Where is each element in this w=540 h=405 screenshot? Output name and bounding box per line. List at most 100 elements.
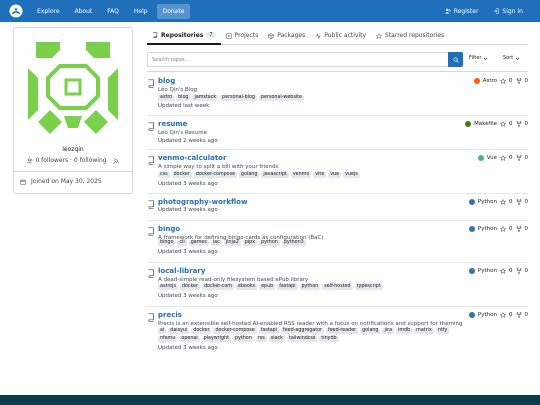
nav-about[interactable]: About [69, 4, 99, 19]
topic-tag[interactable]: slack [268, 336, 285, 342]
topic-tag[interactable]: daisyui [168, 328, 190, 334]
search-button[interactable] [448, 52, 463, 67]
topic-tag[interactable]: docker-compose [193, 172, 238, 178]
topic-tag[interactable]: astro [158, 95, 175, 101]
topic-tag[interactable]: python3 [281, 240, 306, 246]
filter-dropdown[interactable]: Filter [469, 55, 488, 61]
topic-tag[interactable]: docker [171, 172, 192, 178]
nav-faq[interactable]: FAQ [101, 4, 125, 19]
repo-forks[interactable]: 0 [525, 121, 529, 127]
topic-tag[interactable]: cli [177, 240, 187, 246]
topic-tag[interactable]: docker-compose [213, 328, 257, 334]
repo-forks[interactable]: 0 [525, 312, 529, 318]
repo-forks[interactable]: 0 [525, 155, 529, 161]
topic-tag[interactable]: docker [191, 328, 212, 334]
topic-tag[interactable]: nfamu [158, 336, 178, 342]
star-icon [500, 268, 506, 274]
topic-tag[interactable]: css [158, 172, 170, 178]
topic-tag[interactable]: venmo [290, 172, 312, 178]
topic-tag[interactable]: python [259, 240, 280, 246]
topic-tag[interactable]: feed-aggregator [281, 328, 325, 334]
topic-tag[interactable]: fastapi [277, 284, 298, 290]
repo-topics: astro blog jamstack personal-blog personal-w… [158, 95, 458, 101]
topic-tag[interactable]: personal-website [258, 95, 305, 101]
topic-tag[interactable]: bingo [158, 240, 176, 246]
topic-tag[interactable]: docker-com [202, 284, 234, 290]
repo-name-link[interactable]: local-library [158, 267, 205, 275]
topic-tag[interactable]: pipx [242, 240, 258, 246]
repo-description: A dead-simple read-only filesystem based… [158, 277, 309, 283]
repo-stars[interactable]: 0 [509, 78, 513, 84]
topic-tag[interactable]: vuejs [343, 172, 360, 178]
topic-tag[interactable]: feed-reader [326, 328, 359, 334]
nav-help[interactable]: Help [128, 4, 154, 19]
repo-stars[interactable]: 0 [509, 155, 513, 161]
repo-forks[interactable]: 0 [525, 78, 529, 84]
topic-tag[interactable]: python [299, 284, 321, 290]
topic-tag[interactable]: fastapi [258, 328, 280, 334]
topic-tag[interactable]: golang [239, 172, 260, 178]
topic-tag[interactable]: jira [382, 328, 395, 334]
topic-tag[interactable]: golang [360, 328, 381, 334]
topic-tag[interactable]: tinydb [319, 336, 339, 342]
topic-tag[interactable]: ai [158, 328, 167, 334]
repo-forks[interactable]: 0 [525, 199, 529, 205]
topic-tag[interactable]: playwright [201, 336, 231, 342]
topic-tag[interactable]: vite [313, 172, 327, 178]
topic-tag[interactable]: openai [179, 336, 200, 342]
topic-tag[interactable]: rss [255, 336, 267, 342]
topic-tag[interactable]: astrojs [158, 284, 178, 290]
tab-projects[interactable]: Projects [221, 27, 264, 44]
topic-tag[interactable]: javascript [261, 172, 289, 178]
topic-tag[interactable]: matrix [414, 328, 434, 334]
repo-forks[interactable]: 0 [525, 226, 529, 232]
tab-starred[interactable]: Starred repositories [371, 27, 449, 44]
topic-tag[interactable]: docker [179, 284, 201, 290]
signin-label: Sign In [502, 7, 523, 15]
followers-info[interactable]: 0 followers · 0 following [14, 157, 132, 164]
topic-tag[interactable]: epub [259, 284, 276, 290]
topic-tag[interactable]: ntfy [435, 328, 450, 334]
repo-icon [153, 32, 158, 38]
tab-packages[interactable]: Packages [263, 27, 310, 44]
topic-tag[interactable]: jinja2 [223, 240, 241, 246]
repo-name-link[interactable]: precis [158, 311, 182, 319]
topic-tag[interactable]: jamstack [192, 95, 219, 101]
tab-repositories-count: 7 [206, 32, 216, 38]
repo-stars[interactable]: 0 [509, 121, 513, 127]
search-input[interactable]: Search repos... [147, 52, 463, 67]
topic-tag[interactable]: lmdb [396, 328, 413, 334]
register-link[interactable]: Register [439, 4, 485, 19]
tab-repositories[interactable]: Repositories 7 [147, 27, 221, 45]
topic-tag[interactable]: games [188, 240, 209, 246]
topic-tag[interactable]: ebooks [235, 284, 258, 290]
topic-tag[interactable]: self-hosted [322, 284, 353, 290]
repo-meta: Python 0 0 [468, 312, 529, 318]
repo-name-link[interactable]: bingo [158, 225, 180, 233]
repo-stars[interactable]: 0 [509, 199, 513, 205]
nav-donate[interactable]: Donate [156, 3, 191, 19]
sort-dropdown[interactable]: Sort [503, 55, 520, 61]
rss-icon[interactable] [113, 157, 119, 164]
topic-tag[interactable]: vue [328, 172, 342, 178]
topic-tag[interactable]: personal-blog [220, 95, 257, 101]
forgejo-logo-icon[interactable] [9, 4, 23, 18]
topic-tag[interactable]: tailwindcss [286, 336, 318, 342]
signin-link[interactable]: Sign In [487, 4, 529, 19]
repo-name-link[interactable]: venmo-calculator [158, 154, 226, 162]
topic-tag[interactable]: iac [210, 240, 222, 246]
repo-forks[interactable]: 0 [525, 268, 529, 274]
tab-public-activity[interactable]: Public activity [310, 27, 371, 44]
repo-name-link[interactable]: photography-workflow [158, 198, 247, 206]
repo-stars[interactable]: 0 [509, 312, 513, 318]
repo-stars[interactable]: 0 [509, 268, 513, 274]
repo-name-link[interactable]: resume [158, 120, 187, 128]
profile-tabs: Repositories 7 Projects Packages Public … [147, 27, 528, 45]
repo-name-link[interactable]: blog [158, 77, 175, 85]
topic-tag[interactable]: typescript [354, 284, 383, 290]
nav-explore[interactable]: Explore [31, 4, 66, 19]
repo-separator [147, 115, 528, 116]
repo-stars[interactable]: 0 [509, 226, 513, 232]
topic-tag[interactable]: python [233, 336, 254, 342]
topic-tag[interactable]: blog [176, 95, 191, 101]
